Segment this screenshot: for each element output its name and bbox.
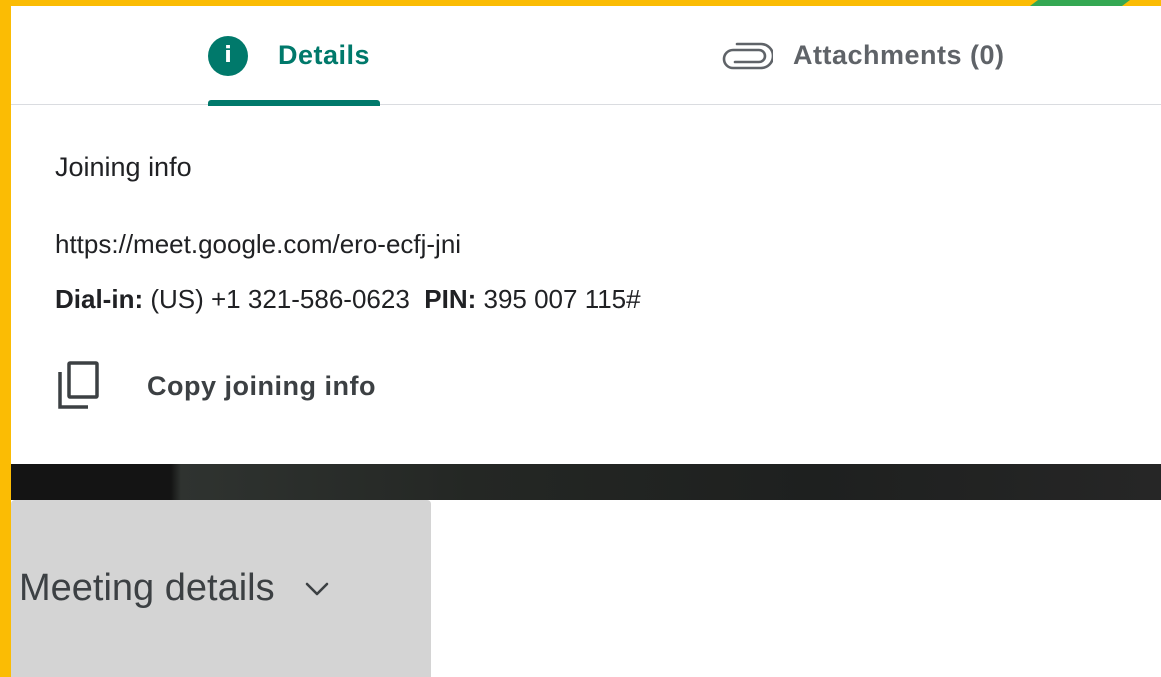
dial-in-number: (US) +1 321-586-0623 (150, 284, 410, 314)
screen: i Details Attachments (0) Joining info h… (0, 0, 1161, 677)
meeting-details-label: Meeting details (19, 567, 275, 609)
tab-bar: i Details Attachments (0) (11, 6, 1161, 106)
copy-joining-info-label: Copy joining info (147, 370, 376, 401)
active-tab-indicator (208, 100, 380, 106)
meeting-info-panel: i Details Attachments (0) Joining info h… (11, 6, 1161, 464)
paperclip-icon (722, 42, 773, 69)
tab-details[interactable]: i Details (208, 6, 380, 106)
pin-value: 395 007 115# (483, 284, 641, 314)
copy-icon (58, 361, 99, 409)
tab-details-label: Details (278, 40, 371, 70)
meet-link[interactable]: https://meet.google.com/ero-ecfj-jni (55, 229, 461, 260)
joining-info-title: Joining info (55, 152, 192, 182)
dial-in-line: Dial-in: (US) +1 321-586-0623 PIN: 395 0… (55, 284, 641, 315)
chevron-down-icon (305, 582, 328, 595)
meeting-details-button[interactable]: Meeting details (11, 500, 431, 677)
tab-attachments[interactable]: Attachments (0) (721, 6, 1061, 105)
video-preview-strip (11, 464, 1161, 500)
copy-joining-info-button[interactable]: Copy joining info (55, 356, 376, 416)
tab-attachments-label: Attachments (0) (793, 40, 1005, 70)
pin-label: PIN: (424, 284, 477, 314)
dial-in-label: Dial-in: (55, 284, 144, 314)
info-icon: i (208, 35, 248, 76)
